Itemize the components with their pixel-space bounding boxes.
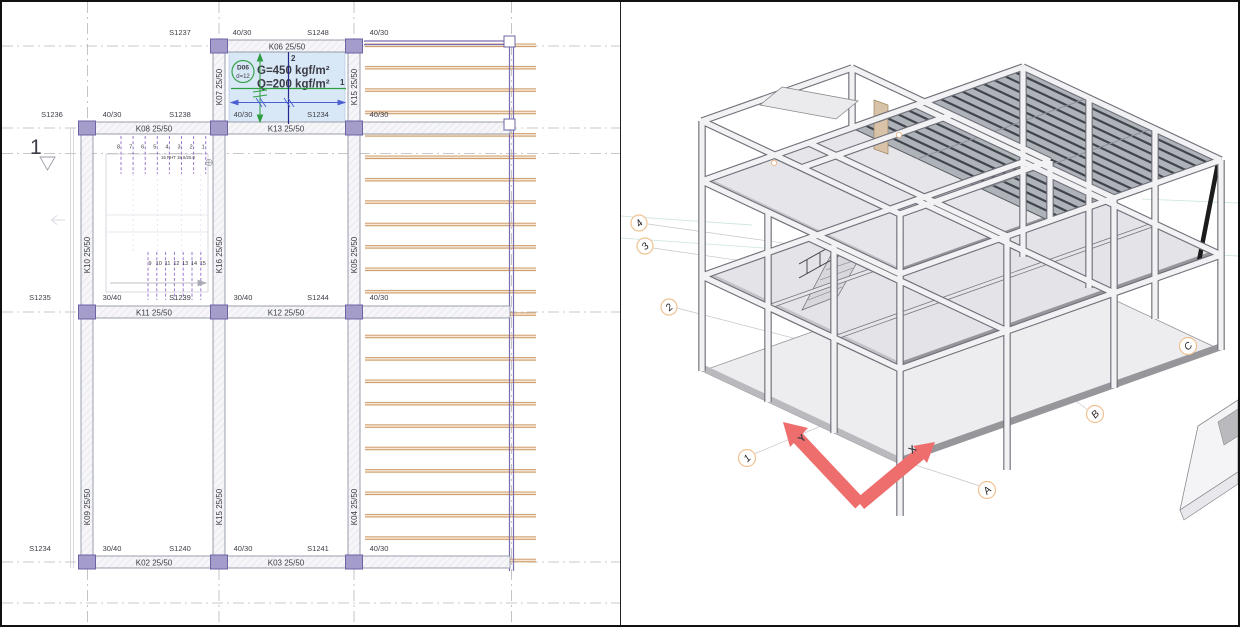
dim-label: 40/30 bbox=[370, 293, 389, 302]
dim-label: 40/30 bbox=[233, 28, 252, 37]
beam-ext-row4 bbox=[362, 556, 510, 568]
dim-label: 40/30 bbox=[234, 544, 253, 553]
dim-label: 40/30 bbox=[370, 110, 389, 119]
beam-label: K11 25/50 bbox=[136, 309, 172, 318]
beam-K10 bbox=[81, 134, 93, 306]
axis-bubble-1: 1 bbox=[739, 450, 756, 467]
beam-label: K03 25/50 bbox=[268, 559, 305, 568]
beam-ext-row3 bbox=[362, 306, 510, 318]
beam-label: K15 25/50 bbox=[350, 68, 359, 105]
stair-step-num: 15 bbox=[200, 261, 206, 267]
cad-workspace: 8 7 6 5 4 3 2 1 9 10 11 12 13 14 15 16 R… bbox=[0, 0, 1240, 627]
building-3d[interactable] bbox=[702, 67, 1221, 516]
axis-bubble-3: 3 bbox=[637, 238, 653, 254]
slab-label: S1237 bbox=[169, 28, 191, 37]
axis-bubble-B: B bbox=[1087, 406, 1104, 423]
stair-step-num: 6 bbox=[141, 145, 144, 151]
stair-step-num: 14 bbox=[191, 261, 197, 267]
beam-ext-row2 bbox=[362, 122, 510, 134]
stair-step-num: 13 bbox=[182, 261, 188, 267]
dim-label: 40/30 bbox=[103, 110, 122, 119]
beam-label: K07 25/50 bbox=[215, 68, 224, 105]
roof-joist-field[interactable] bbox=[365, 39, 536, 563]
stair-entry-arrow bbox=[52, 216, 66, 225]
stair-step-num: 3 bbox=[177, 145, 180, 151]
adjacent-structure[interactable] bbox=[1180, 400, 1238, 520]
slab-label: S1240 bbox=[169, 544, 191, 553]
dim-label: 40/30 bbox=[234, 110, 253, 119]
beam-label: K08 25/50 bbox=[136, 125, 173, 134]
beam-K05 bbox=[348, 134, 360, 306]
slab-label: S1235 bbox=[29, 293, 51, 302]
stair-step-num: 5 bbox=[153, 145, 156, 151]
stair-note: 16 RHT 18.6/25.0 bbox=[161, 155, 195, 160]
slab-label: S1248 bbox=[307, 28, 329, 37]
dim-label: 30/40 bbox=[234, 293, 253, 302]
axis-bubble-A: A bbox=[979, 482, 996, 499]
stair-step-num: 9 bbox=[148, 261, 151, 267]
stair-step-num: 11 bbox=[165, 261, 171, 267]
beam-label: K13 25/50 bbox=[268, 125, 305, 134]
beam-label: K16 25/50 bbox=[215, 236, 224, 273]
section-1-label: 1 bbox=[340, 78, 345, 87]
dim-label: 30/40 bbox=[103, 544, 122, 553]
stair-step-num: 10 bbox=[156, 261, 162, 267]
slab-label: S1234 bbox=[29, 544, 51, 553]
dim-label: 40/30 bbox=[370, 544, 389, 553]
axis-marker-label: 1 bbox=[30, 136, 42, 159]
dim-label: 40/30 bbox=[370, 28, 389, 37]
slab-id: D06 bbox=[237, 65, 249, 72]
stair-step-num: 1 bbox=[202, 145, 205, 151]
pane-2d-plan[interactable]: 8 7 6 5 4 3 2 1 9 10 11 12 13 14 15 16 R… bbox=[2, 2, 621, 625]
stair-step-num: 8 bbox=[117, 145, 120, 151]
section-2-label: 2 bbox=[291, 54, 296, 63]
beam-label: K04 25/50 bbox=[350, 488, 359, 525]
beam-K16 bbox=[213, 134, 225, 306]
slab-label: S1234 bbox=[307, 110, 329, 119]
stair-plan[interactable]: 8 7 6 5 4 3 2 1 9 10 11 12 13 14 15 16 R… bbox=[52, 136, 213, 300]
stair-step-num: 12 bbox=[173, 261, 179, 267]
slab-edge-left bbox=[71, 128, 74, 568]
pane-3d-view[interactable]: 4 3 2 1 A B C Y X bbox=[621, 2, 1238, 625]
stair-step-num: 7 bbox=[129, 145, 132, 151]
axis-bubble-2: 2 bbox=[661, 299, 677, 315]
beam-label: K02 25/50 bbox=[136, 559, 173, 568]
slab-thickness: d=12 bbox=[236, 74, 250, 80]
stair-step-num: 4 bbox=[165, 145, 168, 151]
slab-label: S1238 bbox=[169, 110, 191, 119]
axis-bubble-4: 4 bbox=[631, 215, 647, 231]
slab-label: S1241 bbox=[307, 544, 329, 553]
axis-bubble-C: C bbox=[1180, 338, 1197, 355]
beam-label: K10 25/50 bbox=[83, 236, 92, 273]
stair-step-num: 2 bbox=[190, 145, 193, 151]
dead-load-value: G=450 kgf/m² bbox=[257, 65, 330, 77]
masonry-wall-panel[interactable] bbox=[874, 100, 888, 154]
beam-label: K15 25/50 bbox=[215, 488, 224, 525]
slab-label: S1244 bbox=[307, 293, 329, 302]
slab-label: S1239 bbox=[169, 293, 191, 302]
beam-label: K09 25/50 bbox=[83, 488, 92, 525]
slab-label: S1236 bbox=[41, 110, 63, 119]
beam-label: K05 25/50 bbox=[350, 236, 359, 273]
beam-label: K06 25/50 bbox=[269, 43, 306, 52]
axis-marker-1: 1 bbox=[30, 136, 55, 170]
plan-drawing[interactable]: 8 7 6 5 4 3 2 1 9 10 11 12 13 14 15 16 R… bbox=[2, 2, 620, 625]
dim-label: 30/40 bbox=[103, 293, 122, 302]
beam-label: K12 25/50 bbox=[268, 309, 305, 318]
model-3d-view[interactable]: 4 3 2 1 A B C Y X bbox=[621, 2, 1238, 625]
stair-axis-symbol bbox=[206, 159, 212, 165]
